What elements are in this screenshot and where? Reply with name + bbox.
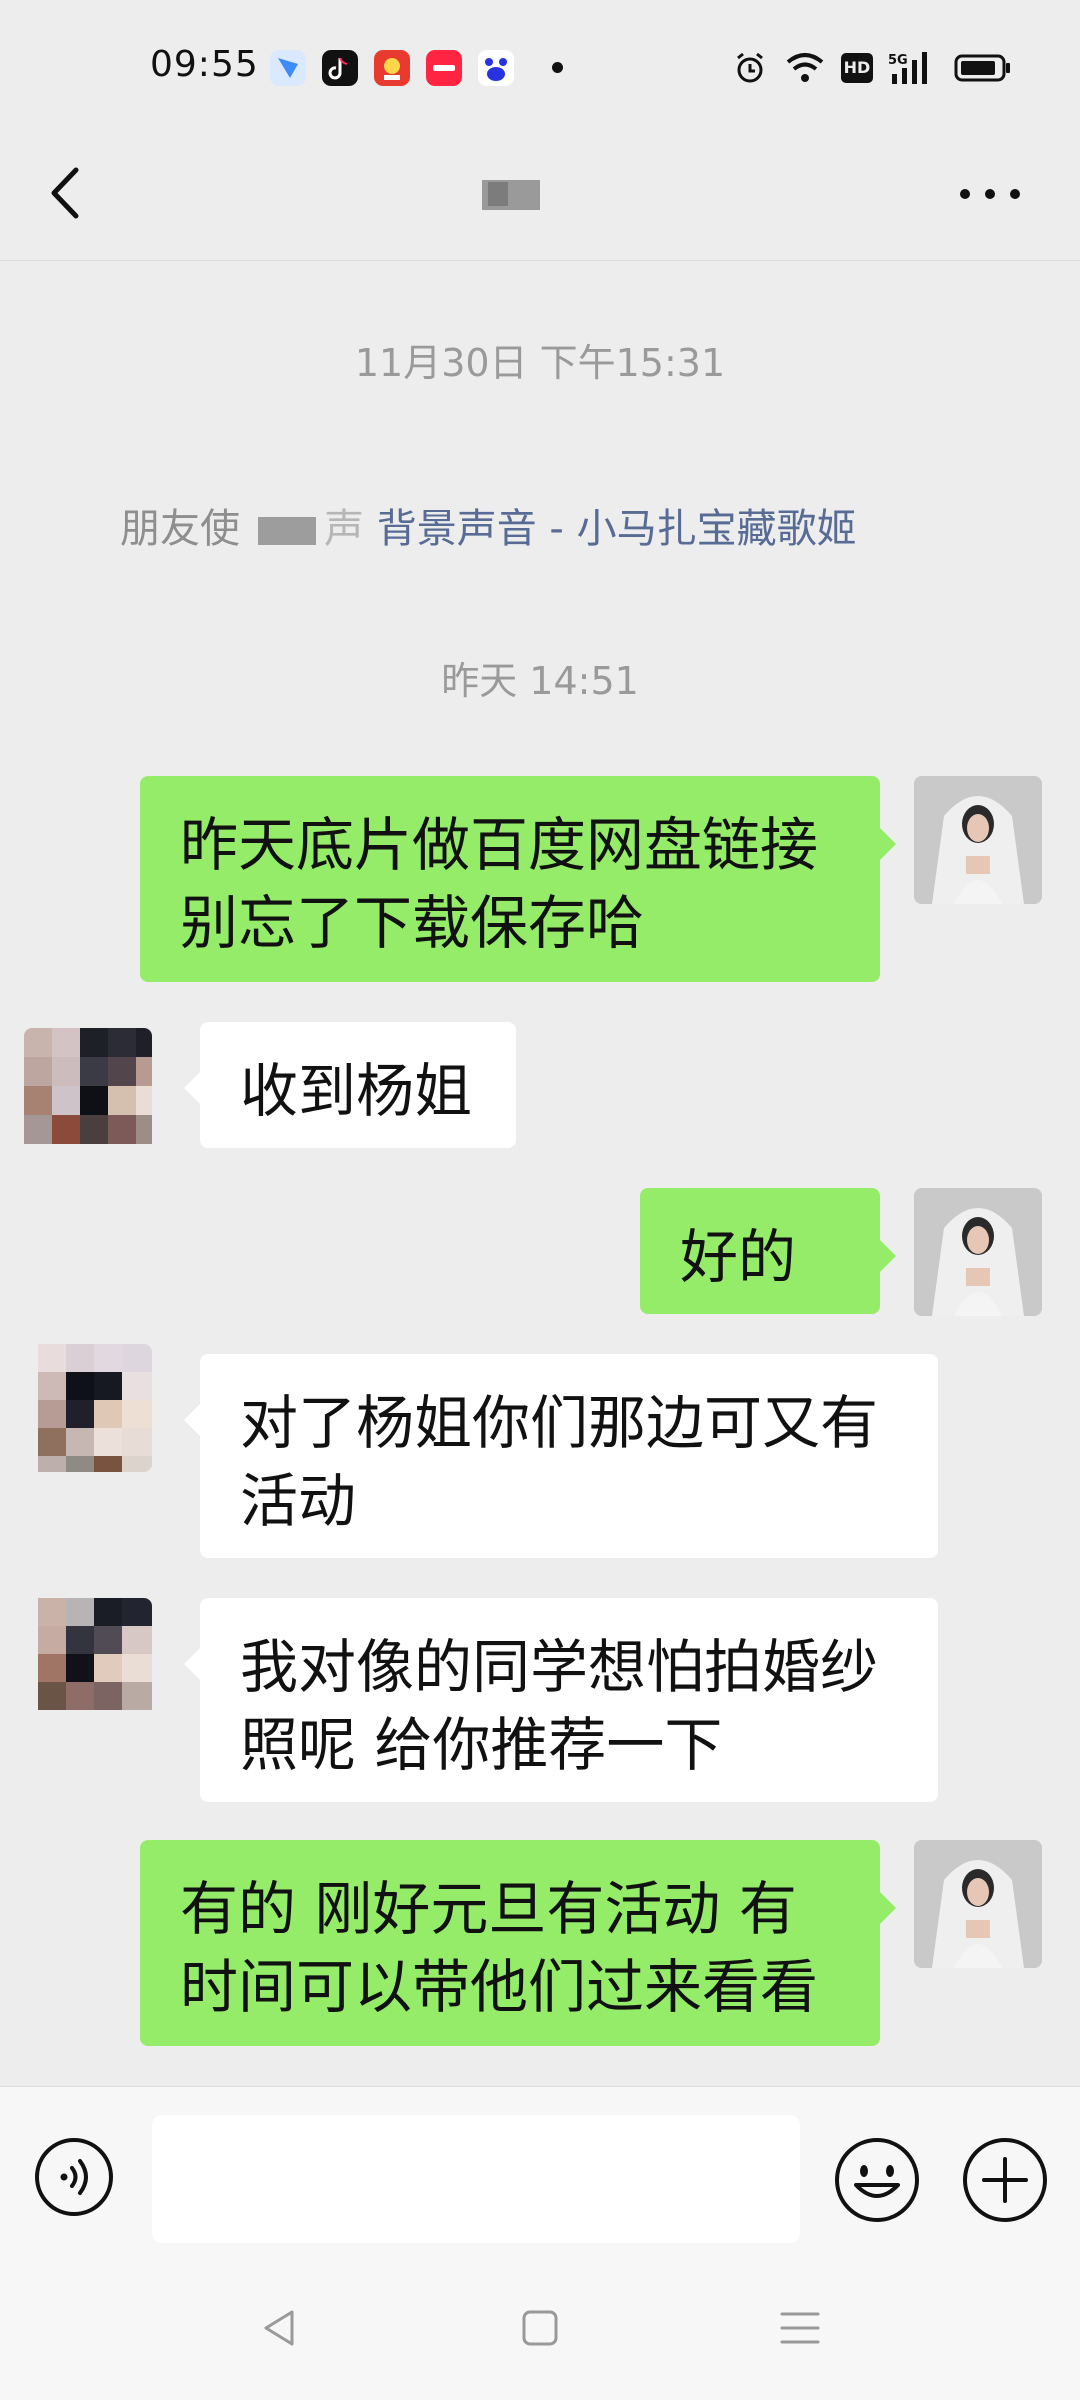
message-line: 昨天底片做百度网盘链接	[180, 811, 819, 879]
back-triangle-icon[interactable]	[250, 2298, 310, 2358]
timestamp: 11月30日 下午15:31	[354, 341, 726, 385]
message-line: 时间可以带他们过来看看	[180, 1953, 819, 2021]
voice-icon[interactable]	[34, 2137, 114, 2217]
message-input[interactable]	[152, 2115, 800, 2243]
outgoing-message[interactable]: 有的 刚好元旦有活动 有 时间可以带他们过来看看	[140, 1840, 896, 2046]
incoming-message[interactable]: 对了杨姐你们那边可又有 活动	[184, 1354, 938, 1558]
outgoing-message[interactable]: 昨天底片做百度网盘链接 别忘了下载保存哈	[140, 776, 896, 982]
avatar[interactable]	[914, 1840, 1042, 1968]
home-square-icon[interactable]	[510, 2298, 570, 2358]
timestamp: 昨天 14:51	[441, 659, 639, 703]
avatar[interactable]	[24, 1598, 152, 1726]
message-line: 有的 刚好元旦有活动 有	[180, 1875, 797, 1943]
system-navigation-bar	[0, 2256, 1080, 2400]
alarm-icon	[732, 50, 768, 86]
share-link[interactable]: 背景声音 - 小马扎宝藏歌姬	[377, 506, 857, 552]
avatar[interactable]	[914, 776, 1042, 904]
incoming-message[interactable]: 收到杨姐	[184, 1022, 516, 1148]
status-time: 09:55	[150, 44, 259, 85]
chevron-left-icon[interactable]	[40, 158, 100, 228]
message-line: 我对像的同学想怕拍婚纱	[240, 1633, 879, 1701]
outgoing-message[interactable]: 好的	[640, 1188, 896, 1314]
feishu-icon	[270, 50, 306, 86]
wifi-icon	[784, 50, 826, 86]
message-line: 活动	[240, 1467, 357, 1535]
more-horizontal-icon[interactable]	[955, 166, 1025, 222]
share-prefix: 朋友使	[120, 506, 240, 552]
chat-screen: 09:55 HD 5G 11月30日 下午15:31 朋友使 声 背景声音 - …	[0, 0, 1080, 2400]
message-line: 对了杨姐你们那边可又有	[240, 1389, 879, 1457]
avatar[interactable]	[24, 1028, 152, 1156]
app-red-icon	[374, 50, 410, 86]
notification-dot-icon	[552, 62, 563, 73]
message-line: 别忘了下载保存哈	[180, 889, 645, 957]
avatar[interactable]	[914, 1188, 1042, 1316]
hd-badge: HD	[841, 53, 873, 83]
battery-icon	[954, 50, 1012, 86]
message-line: 照呢 给你推荐一下	[240, 1711, 723, 1779]
menu-lines-icon[interactable]	[770, 2298, 830, 2358]
emoji-icon[interactable]	[834, 2137, 920, 2223]
shared-music-notice: 朋友使 声 背景声音 - 小马扎宝藏歌姬	[120, 496, 980, 554]
signal-5g-icon: 5G	[888, 50, 938, 86]
message-line: 收到杨姐	[240, 1057, 473, 1125]
incoming-message[interactable]: 我对像的同学想怕拍婚纱 照呢 给你推荐一下	[184, 1598, 938, 1802]
plus-circle-icon[interactable]	[962, 2137, 1048, 2223]
chat-title-redacted	[482, 170, 542, 210]
avatar[interactable]	[24, 1344, 152, 1472]
xiaohongshu-icon	[426, 50, 462, 86]
chat-header	[0, 130, 1080, 261]
baidu-icon	[478, 50, 514, 86]
tiktok-icon	[322, 50, 358, 86]
share-suffix: 声	[324, 506, 364, 552]
input-bar	[0, 2086, 1080, 2257]
status-bar: 09:55 HD 5G	[0, 0, 1080, 130]
redacted-name	[258, 517, 316, 545]
svg-text:5G: 5G	[888, 53, 908, 68]
message-line: 好的	[680, 1223, 797, 1291]
